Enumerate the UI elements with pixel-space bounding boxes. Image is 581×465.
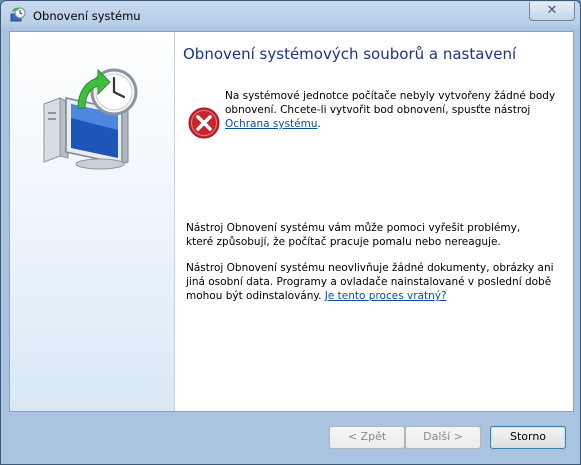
back-button[interactable]: < Zpět [329, 426, 405, 449]
side-panel [10, 32, 175, 411]
system-restore-computer-icon [43, 68, 138, 170]
wizard-content: Obnovení systémových souborů a nastavení… [9, 31, 574, 412]
info-paragraph-2: Nástroj Obnovení systému neovlivňuje žád… [186, 261, 556, 303]
system-protection-link[interactable]: Ochrana systému [225, 118, 318, 130]
is-process-reversible-link[interactable]: Je tento proces vratný? [325, 290, 447, 302]
error-message-suffix: . [317, 118, 321, 130]
error-message-text: Na systémové jednotce počítače nebyly vy… [225, 90, 556, 116]
page-title: Obnovení systémových souborů a nastavení [183, 45, 517, 63]
button-bar: < Zpět Další > Storno [9, 411, 574, 456]
cancel-button[interactable]: Storno [490, 426, 566, 449]
window-title: Obnovení systému [33, 9, 141, 23]
title-bar[interactable]: Obnovení systému ✕ [1, 1, 580, 31]
next-button[interactable]: Další > [405, 426, 481, 449]
info-paragraph-1: Nástroj Obnovení systému vám může pomoci… [186, 222, 521, 248]
system-restore-window: Obnovení systému ✕ Obnovení systémových … [0, 0, 581, 465]
error-icon [188, 107, 220, 139]
close-button[interactable]: ✕ [529, 2, 575, 21]
system-restore-icon [10, 7, 26, 22]
error-message: Na systémové jednotce počítače nebyly vy… [225, 89, 565, 131]
